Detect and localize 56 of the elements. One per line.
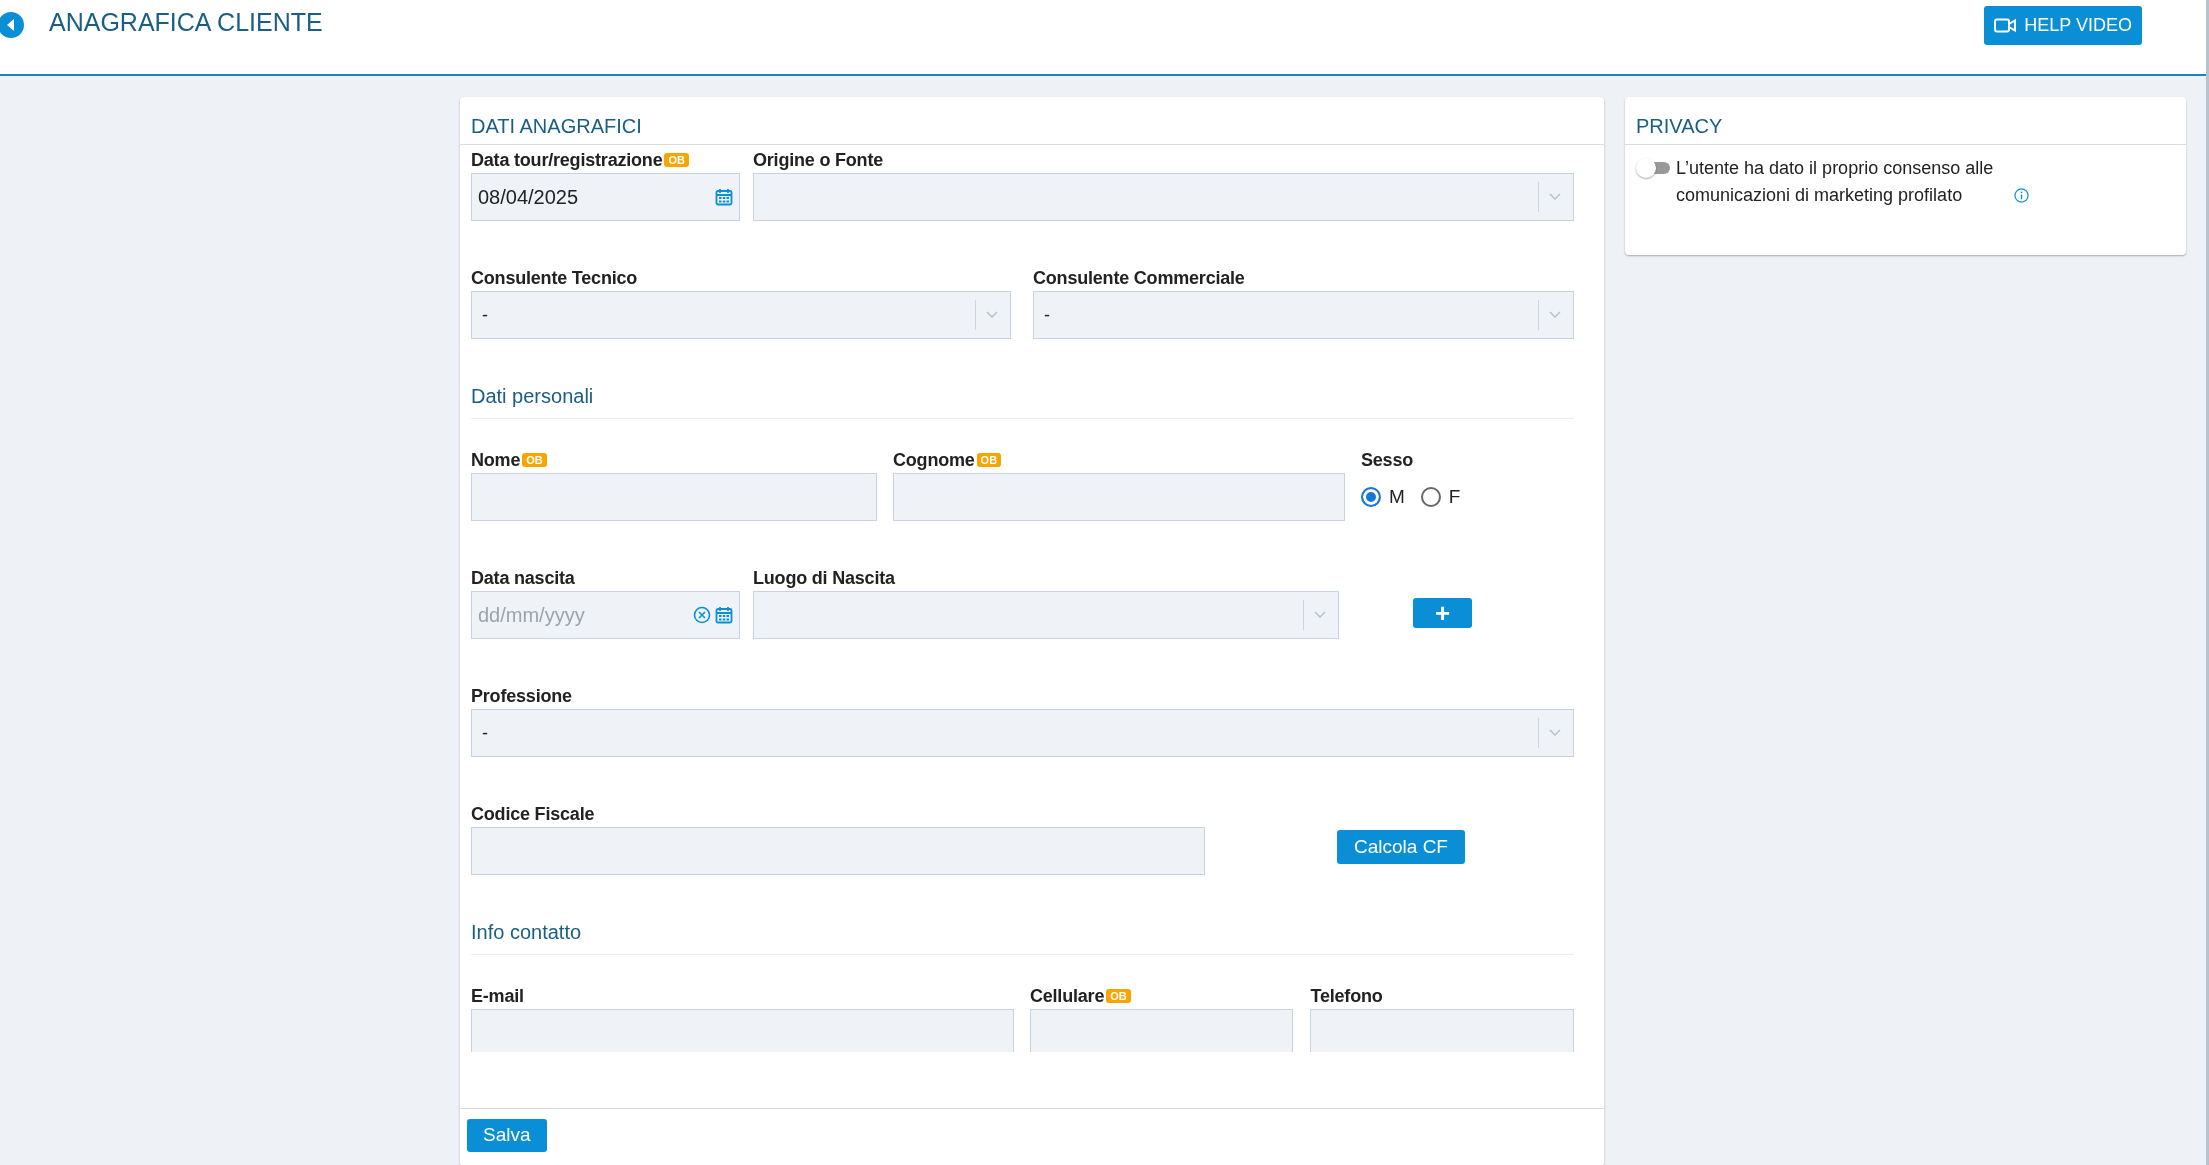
section-heading: Info contatto — [471, 917, 1574, 955]
field-label: Telefono — [1310, 985, 1383, 1007]
field-label: Data nascita — [471, 567, 575, 589]
calendar-icon[interactable] — [715, 188, 733, 206]
select-field[interactable]: - — [471, 709, 1574, 757]
help-video-button[interactable]: HELP VIDEO — [1984, 6, 2142, 45]
chevron-icon — [1314, 611, 1326, 619]
text-field[interactable] — [471, 1009, 1014, 1052]
field-label: Luogo di Nascita — [753, 567, 895, 589]
clear-icon[interactable] — [693, 606, 711, 624]
section-heading: Dati personali — [471, 381, 1574, 419]
select-field[interactable]: - — [471, 291, 1011, 339]
field-label: Cellulare — [1029, 985, 1105, 1007]
field-label: Origine o Fonte — [753, 149, 883, 171]
select-field[interactable]: - — [1033, 291, 1574, 339]
consent-text: L’utente ha dato il proprio consenso alle comunicazioni di marketing profilato — [1676, 157, 1995, 207]
calendar-icon[interactable] — [715, 606, 733, 624]
required-badge: OB — [1106, 989, 1131, 1003]
field-label: Consulente Tecnico — [471, 267, 638, 289]
card-title: PRIVACY — [1625, 97, 2186, 145]
info-icon[interactable] — [2014, 188, 2029, 203]
chevron-icon — [986, 311, 998, 319]
field-label: E-mail — [471, 985, 524, 1007]
chevron-icon — [1549, 729, 1561, 737]
select-field[interactable] — [753, 591, 1339, 639]
field-label: Codice Fiscale — [471, 803, 595, 825]
radio-label: F — [1448, 484, 1461, 509]
card-title: DATI ANAGRAFICI — [460, 97, 1604, 145]
video-camera-icon — [1994, 18, 2017, 33]
required-badge: OB — [522, 453, 547, 467]
text-field[interactable] — [893, 473, 1345, 521]
date-field[interactable]: dd/mm/yyyy — [471, 591, 740, 639]
select-field[interactable] — [753, 173, 1574, 221]
radio-button[interactable] — [1361, 487, 1381, 507]
date-field[interactable]: 08/04/2025 — [471, 173, 740, 221]
chevron-icon — [1549, 193, 1561, 201]
add-button[interactable]: + — [1413, 598, 1473, 628]
required-badge: OB — [976, 453, 1002, 467]
field-label: Nome — [471, 449, 521, 471]
field-label: Professione — [471, 685, 572, 707]
save-button[interactable]: Salva — [467, 1119, 547, 1152]
chevron-icon — [1549, 311, 1561, 319]
text-field[interactable] — [1029, 1009, 1294, 1052]
field-label: Data tour/registrazione — [471, 149, 663, 171]
field-label: Consulente Commerciale — [1033, 267, 1245, 289]
back-icon[interactable] — [0, 12, 24, 38]
required-badge: OB — [664, 153, 689, 167]
field-label: Cognome — [893, 449, 975, 471]
calculate-button[interactable]: Calcola CF — [1337, 829, 1465, 864]
radio-button[interactable] — [1420, 487, 1441, 507]
radio-label: M — [1389, 484, 1405, 509]
text-field[interactable] — [471, 827, 1205, 875]
text-field[interactable] — [1310, 1009, 1574, 1052]
text-field[interactable] — [471, 473, 877, 521]
page-title: ANAGRAFICA CLIENTE — [49, 7, 323, 38]
field-label: Sesso — [1361, 449, 1414, 471]
